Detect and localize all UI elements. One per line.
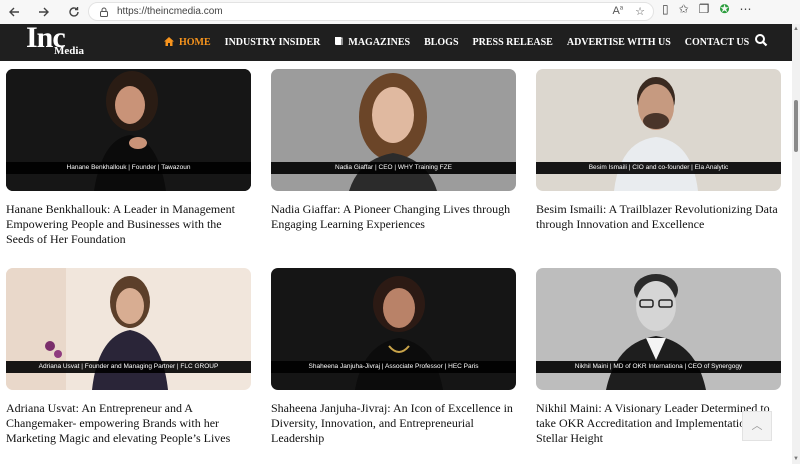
image-caption: Nadia Giaffar | CEO | WHY Training FZE [271, 162, 516, 174]
more-icon[interactable]: ⋯ [740, 2, 752, 16]
image-caption: Nikhil Maini | MD of OKR Internationa | … [536, 361, 781, 373]
article-title[interactable]: Nadia Giaffar: A Pioneer Changing Lives … [271, 202, 516, 232]
split-screen-icon[interactable]: ▯ [662, 2, 669, 16]
article-title[interactable]: Adriana Usvat: An Entrepreneur and A Cha… [6, 401, 251, 446]
article-card[interactable]: Nadia Giaffar | CEO | WHY Training FZE N… [271, 69, 516, 232]
scrollbar-thumb[interactable] [794, 100, 798, 152]
site-logo[interactable]: Inc Media [26, 21, 84, 61]
menu-item-press-release[interactable]: PRESS RELEASE [473, 37, 553, 48]
search-icon[interactable] [754, 33, 768, 47]
forward-icon[interactable] [32, 1, 56, 23]
article-title[interactable]: Besim Ismaili: A Trailblazer Revolutioni… [536, 202, 781, 232]
home-icon [164, 36, 174, 49]
scroll-down-arrow-icon[interactable]: ▼ [793, 456, 799, 462]
article-image[interactable]: Shaheena Janjuha-Jivraj | Associate Prof… [271, 268, 516, 390]
image-caption: Besim Ismaili | CIO and co-founder | Ela… [536, 162, 781, 174]
article-card[interactable]: Shaheena Janjuha-Jivraj | Associate Prof… [271, 268, 516, 446]
scroll-up-arrow-icon[interactable]: ▲ [793, 26, 799, 32]
article-title[interactable]: Shaheena Janjuha-Jivraj: An Icon of Exce… [271, 401, 516, 446]
refresh-icon[interactable] [62, 1, 86, 23]
menu-item-contact-us[interactable]: CONTACT US [685, 37, 749, 48]
article-card[interactable]: Adriana Usvat | Founder and Managing Par… [6, 268, 251, 446]
lock-icon [100, 7, 108, 17]
article-title[interactable]: Hanane Benkhallouk: A Leader in Manageme… [6, 202, 251, 247]
menu-item-industry-insider[interactable]: INDUSTRY INSIDER [225, 37, 321, 48]
chevron-up-icon: ︿ [751, 420, 763, 432]
article-image[interactable]: Adriana Usvat | Founder and Managing Par… [6, 268, 251, 390]
main-menu: HOME INDUSTRY INSIDER MAGAZINES BLOGS PR… [164, 24, 763, 61]
menu-item-home[interactable]: HOME [164, 36, 211, 49]
article-image[interactable]: Nadia Giaffar | CEO | WHY Training FZE [271, 69, 516, 191]
menu-item-magazines[interactable]: MAGAZINES [334, 36, 410, 49]
favorite-star-icon[interactable]: ☆ [635, 5, 645, 18]
image-caption: Shaheena Janjuha-Jivraj | Associate Prof… [271, 361, 516, 373]
article-card[interactable]: Hanane Benkhallouk | Founder | Tawazoun … [6, 69, 251, 247]
article-image[interactable]: Besim Ismaili | CIO and co-founder | Ela… [536, 69, 781, 191]
favorites-icon[interactable]: ✩ [679, 2, 689, 16]
collections-icon[interactable]: ❐ [699, 2, 710, 16]
read-aloud-icon[interactable]: Aa [612, 5, 623, 18]
article-card[interactable]: Besim Ismaili | CIO and co-founder | Ela… [536, 69, 781, 232]
book-icon [334, 36, 343, 49]
menu-item-advertise[interactable]: ADVERTISE WITH US [567, 37, 671, 48]
browser-toolbar: https://theincmedia.com Aa ☆ ▯ ✩ ❐ ✪ ⋯ [0, 0, 800, 24]
page-scrollbar[interactable]: ▲ ▼ [792, 24, 800, 464]
address-bar[interactable]: https://theincmedia.com Aa ☆ [88, 2, 654, 21]
article-image[interactable]: Nikhil Maini | MD of OKR Internationa | … [536, 268, 781, 390]
back-icon[interactable] [2, 1, 26, 23]
image-caption: Adriana Usvat | Founder and Managing Par… [6, 361, 251, 373]
image-caption: Hanane Benkhallouk | Founder | Tawazoun [6, 162, 251, 174]
scroll-to-top-button[interactable]: ︿ [742, 411, 772, 441]
extension-icon[interactable]: ✪ [719, 2, 729, 16]
menu-item-blogs[interactable]: BLOGS [424, 37, 458, 48]
url-text: https://theincmedia.com [117, 6, 223, 17]
article-image[interactable]: Hanane Benkhallouk | Founder | Tawazoun [6, 69, 251, 191]
